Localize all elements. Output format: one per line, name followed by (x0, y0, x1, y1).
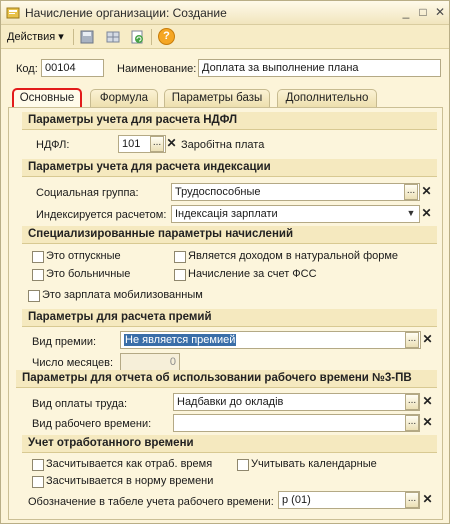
help-button[interactable]: ? (158, 28, 175, 45)
code-input[interactable]: 00104 (41, 59, 104, 77)
name-input[interactable]: Доплата за выполнение плана (198, 59, 441, 77)
document-icon (6, 7, 20, 19)
indexed-by-select[interactable]: Індексація зарплати (171, 205, 420, 223)
help-icon: ? (163, 30, 170, 42)
social-group-label: Социальная группа: (36, 187, 139, 199)
chevron-down-icon[interactable]: ▼ (404, 206, 418, 222)
maximize-button[interactable]: □ (415, 5, 431, 21)
ndfl-label: НДФЛ: (36, 139, 70, 151)
timesheet-code-label: Обозначение в табеле учета рабочего врем… (28, 496, 274, 508)
grid-icon[interactable] (105, 29, 121, 45)
ndfl-select-button[interactable]: ... (150, 136, 164, 152)
chevron-down-icon: ▾ (58, 31, 64, 43)
bonus-type-input[interactable]: Не является премией (120, 331, 421, 349)
pay-type-clear-button[interactable]: ✕ (421, 394, 434, 410)
counts-in-norm-label: Засчитывается в норму времени (46, 475, 214, 487)
vacation-label: Это отпускные (46, 250, 121, 262)
title-bar: Начисление организации: Создание _ □ ✕ (1, 1, 449, 25)
counts-as-worked-label: Засчитывается как отраб. время (46, 458, 213, 470)
fss-accrual-label: Начисление за счет ФСС (188, 268, 317, 280)
pay-type-input[interactable]: Надбавки до окладів (173, 393, 420, 411)
tab-base-params[interactable]: Параметры базы (164, 89, 270, 107)
section-ndfl: Параметры учета для расчета НДФЛ (22, 112, 437, 130)
refresh-document-icon[interactable] (129, 29, 145, 45)
worktime-type-label: Вид рабочего времени: (32, 418, 152, 430)
tab-main[interactable]: Основные (12, 88, 82, 109)
worktime-type-select-button[interactable]: ... (405, 415, 419, 431)
save-icon[interactable] (79, 29, 95, 45)
bonus-type-label: Вид премии: (32, 336, 97, 348)
indexed-by-clear-button[interactable]: ✕ (420, 206, 433, 222)
counts-in-norm-checkbox[interactable] (32, 476, 44, 488)
social-group-select-button[interactable]: ... (404, 184, 418, 200)
in-kind-income-label: Является доходом в натуральной форме (188, 250, 399, 262)
close-window-button[interactable]: ✕ (432, 5, 448, 21)
social-group-clear-button[interactable]: ✕ (420, 184, 433, 200)
bonus-type-value: Не является премией (124, 334, 237, 346)
section-worktime-report: Параметры для отчета об использовании ра… (16, 370, 437, 388)
name-label: Наименование: (117, 63, 197, 75)
worktime-type-input[interactable] (173, 414, 420, 432)
main-window: Начисление организации: Создание _ □ ✕ Д… (0, 0, 450, 524)
tab-additional[interactable]: Дополнительно (277, 89, 377, 107)
section-special-params: Специализированные параметры начислений (22, 226, 437, 244)
pay-type-label: Вид оплаты труда: (32, 398, 128, 410)
months-label: Число месяцев: (32, 357, 114, 369)
section-worked-time: Учет отработанного времени (22, 435, 437, 453)
timesheet-code-clear-button[interactable]: ✕ (421, 492, 434, 508)
fss-accrual-checkbox[interactable] (174, 269, 186, 281)
section-bonus: Параметры для расчета премий (22, 309, 437, 327)
ndfl-clear-button[interactable]: ✕ (165, 136, 178, 152)
tab-formula[interactable]: Формула (90, 89, 158, 107)
indexed-by-label: Индексируется расчетом: (36, 209, 167, 221)
mobilized-salary-checkbox[interactable] (28, 290, 40, 302)
minimize-button[interactable]: _ (398, 5, 414, 21)
toolbar-divider (73, 29, 74, 45)
sick-leave-checkbox[interactable] (32, 269, 44, 281)
actions-menu-button[interactable]: Действия ▾ (7, 30, 64, 43)
timesheet-code-select-button[interactable]: ... (405, 492, 419, 508)
actions-label: Действия (7, 31, 56, 43)
vacation-checkbox[interactable] (32, 251, 44, 263)
section-indexation: Параметры учета для расчета индексации (22, 159, 437, 177)
bonus-type-select-button[interactable]: ... (405, 332, 419, 348)
toolbar: Действия ▾ ? (1, 25, 449, 49)
social-group-input[interactable]: Трудоспособные (171, 183, 420, 201)
tab-bar: Основные Формула Параметры базы Дополнит… (1, 88, 449, 109)
counts-as-worked-checkbox[interactable] (32, 459, 44, 471)
bonus-type-clear-button[interactable]: ✕ (421, 332, 434, 348)
sick-leave-label: Это больничные (46, 268, 131, 280)
calendar-days-label: Учитывать календарные (251, 458, 377, 470)
calendar-days-checkbox[interactable] (237, 459, 249, 471)
in-kind-income-checkbox[interactable] (174, 251, 186, 263)
timesheet-code-input[interactable]: р (01) (278, 491, 420, 509)
mobilized-salary-label: Это зарплата мобилизованным (42, 289, 203, 301)
toolbar-divider (151, 29, 152, 45)
ndfl-description: Заробітна плата (181, 139, 265, 151)
months-input[interactable]: 0 (120, 353, 180, 371)
code-label: Код: (16, 63, 38, 75)
pay-type-select-button[interactable]: ... (405, 394, 419, 410)
window-title: Начисление организации: Создание (25, 6, 227, 20)
worktime-type-clear-button[interactable]: ✕ (421, 415, 434, 431)
